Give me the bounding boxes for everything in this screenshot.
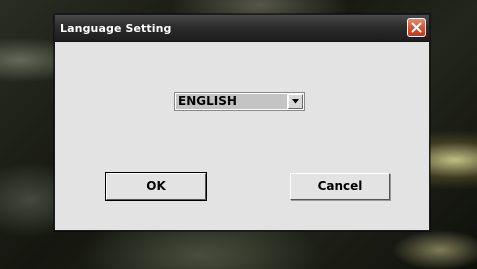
- language-select[interactable]: ENGLISH: [174, 92, 305, 111]
- dropdown-arrow-icon: [292, 99, 299, 104]
- dialog-body: ENGLISH OK Cancel: [55, 42, 429, 230]
- dropdown-arrow-button[interactable]: [288, 94, 303, 109]
- close-x-icon: [411, 22, 422, 33]
- dialog-titlebar[interactable]: Language Setting: [55, 15, 429, 42]
- language-select-value: ENGLISH: [176, 94, 287, 109]
- cancel-button[interactable]: Cancel: [290, 173, 390, 200]
- language-setting-dialog: Language Setting ENGLISH OK Cancel: [54, 14, 430, 231]
- ok-button[interactable]: OK: [105, 172, 207, 201]
- dialog-title: Language Setting: [60, 22, 172, 35]
- close-button[interactable]: [407, 18, 426, 37]
